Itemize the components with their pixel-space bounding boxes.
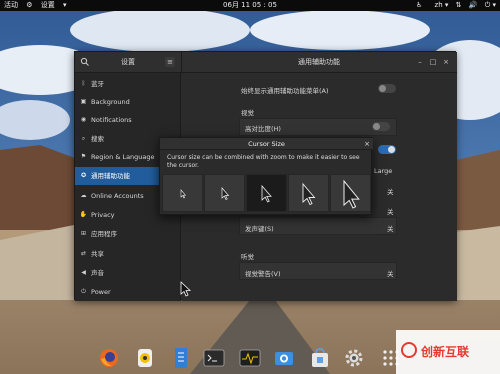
minimize-icon[interactable]: – [415,57,425,67]
large-text-switch[interactable] [378,145,396,154]
high-contrast-switch[interactable] [372,122,390,131]
cursor-arrow-icon [261,184,272,203]
cursor-arrow-icon [302,182,316,206]
app-menu-settings[interactable]: ⚙ 设置 ▾ [26,1,66,9]
app-menu-label: 设置 [40,1,55,9]
volume-icon[interactable]: 🔊 [469,1,478,9]
document-viewer-icon[interactable] [170,347,192,369]
sidebar-item-label: Privacy [91,211,115,219]
sound-keys-label: 发声键(S) [245,225,274,233]
dock [90,343,410,374]
hamburger-menu-icon[interactable]: ≡ [165,57,175,67]
cursor-size-option-3[interactable] [246,174,287,212]
apps-icon: ⊞ [80,230,87,237]
off-value-2: 关 [387,208,394,216]
cursor-size-dialog: Cursor Size × Cursor size can be combine… [159,137,373,215]
hand-icon: ✋ [79,211,88,218]
sidebar-item-sharing[interactable]: ⇄ 共享 [75,245,180,263]
flag-icon: ⚑ [80,153,87,160]
high-contrast-label: 高对比度(H) [245,125,281,133]
gear-icon: ⚙ [26,1,33,9]
sidebar-item-label: 共享 [91,250,104,258]
sidebar-item-power[interactable]: ⏻ Power [75,283,180,301]
sidebar-item-label: Background [91,98,130,106]
always-show-menu-switch[interactable] [378,84,396,93]
cursor-arrow-icon [343,179,360,209]
screenshot-icon[interactable] [273,347,295,369]
accessibility-menu-icon[interactable]: ♿ [416,1,422,9]
sidebar-item-label: Power [91,288,111,296]
large-value: Large [374,167,393,175]
system-monitor-icon[interactable] [239,347,261,369]
window-header: 设置 ≡ 通用辅助功能 – □ × [75,52,457,73]
activities-button[interactable]: 活动 [4,1,18,9]
close-icon[interactable]: × [362,139,372,149]
section-vision: 视觉 [241,109,254,117]
clock[interactable]: 06月 11 05 : 05 [223,1,277,9]
visual-alerts-label: 视觉警告(V) [245,270,281,278]
sidebar-item-bluetooth[interactable]: ᛒ 蓝牙 [75,75,180,93]
bluetooth-icon: ᛒ [81,80,86,87]
cursor-size-option-4[interactable] [288,174,329,212]
watermark-text: 创新互联 [421,345,470,359]
sidebar-item-sound[interactable]: ◀ 声音 [75,264,180,282]
cursor-arrow-icon [221,187,230,200]
off-value-1: 关 [387,188,394,196]
cursor-size-option-2[interactable] [204,174,245,212]
sidebar-item-applications[interactable]: ⊞ 应用程序 [75,225,180,243]
close-icon[interactable]: × [441,57,451,67]
settings-gear-icon[interactable] [343,347,365,369]
sidebar-item-label: 蓝牙 [91,80,104,88]
bell-icon: ◉ [80,116,87,123]
dialog-title: Cursor Size [160,138,373,150]
sidebar-item-background[interactable]: ▣ Background [75,93,180,111]
sidebar-item-label: Region & Language [91,153,155,161]
network-icon[interactable]: ⇅ [456,1,462,9]
firefox-icon[interactable] [98,347,120,369]
dialog-description: Cursor size can be combined with zoom to… [167,154,360,169]
cursor-size-option-5[interactable] [330,174,371,212]
sound-keys-value: 关 [387,225,394,233]
cursor-size-option-1[interactable] [162,174,203,212]
search-icon: ⌕ [81,135,86,142]
sidebar-item-label: Online Accounts [91,192,144,200]
brand-logo-icon [401,342,417,358]
sidebar-item-label: 通用辅助功能 [91,172,130,180]
music-player-icon[interactable] [134,347,156,369]
input-method-indicator[interactable]: zh ▾ [430,1,449,9]
sidebar-item-notifications[interactable]: ◉ Notifications [75,111,180,129]
image-icon: ▣ [80,98,87,105]
sidebar-item-label: 搜索 [91,135,104,143]
sidebar-item-label: 声音 [91,269,104,277]
lang-label: zh [434,1,443,9]
share-icon: ⇄ [80,250,87,257]
mouse-pointer-icon [180,281,192,301]
power-icon: ⏻ [81,288,86,295]
maximize-icon[interactable]: □ [428,57,438,67]
cursor-arrow-icon [180,189,187,199]
sidebar-item-label: 应用程序 [91,230,117,238]
accessibility-icon: ✪ [80,172,87,179]
power-icon[interactable]: ⏻ ▾ [485,1,496,9]
sidebar-item-label: Notifications [91,116,132,124]
cloud-icon: ☁ [80,192,87,199]
watermark-logo: 创新互联 [396,330,500,374]
section-hearing: 听觉 [241,253,254,261]
always-show-menu-label: 始终显示通用辅助功能菜单(A) [241,87,329,95]
top-bar: 活动 ⚙ 设置 ▾ 06月 11 05 : 05 ♿ zh ▾ ⇅ 🔊 ⏻ ▾ [0,0,500,11]
software-store-icon[interactable] [309,347,331,369]
visual-alerts-value: 关 [387,270,394,278]
speaker-icon: ◀ [81,269,86,276]
terminal-icon[interactable] [203,347,225,369]
